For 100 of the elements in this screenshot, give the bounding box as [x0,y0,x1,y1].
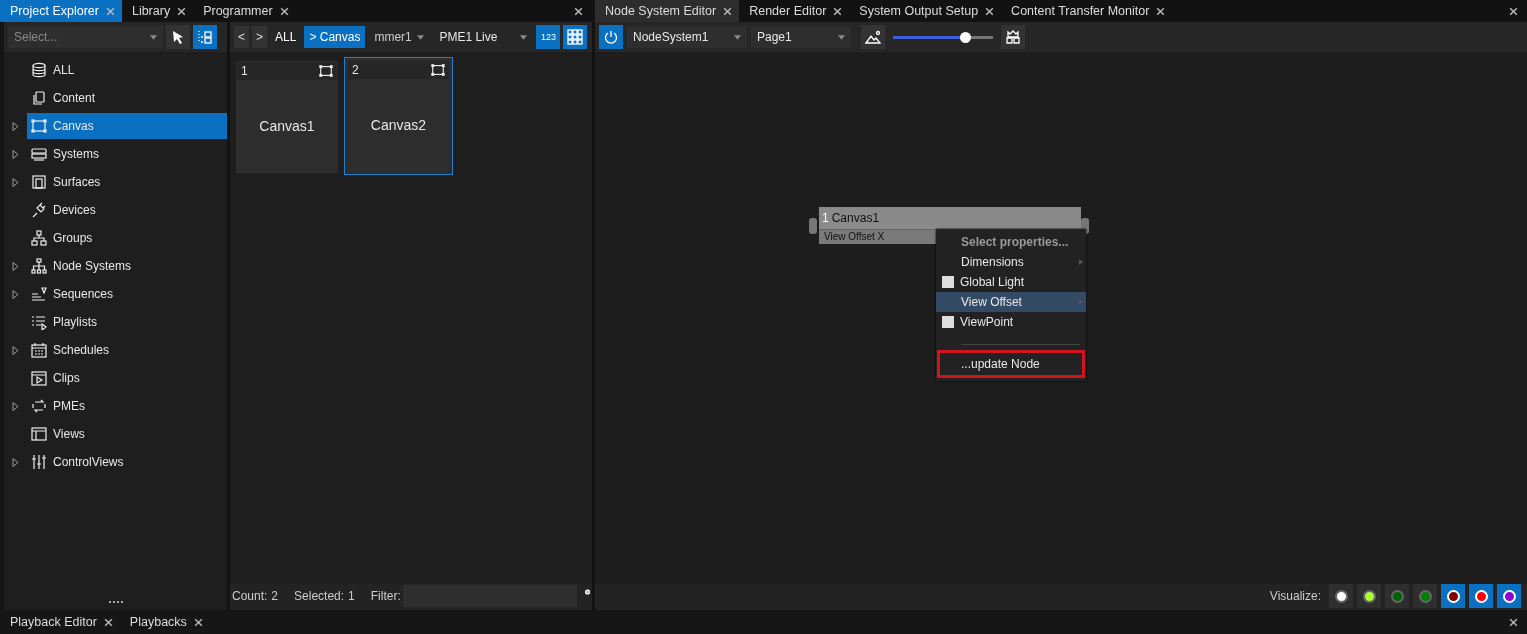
tree-item[interactable]: Views [27,421,227,447]
hierarchy-icon [31,230,47,246]
nav-button[interactable]: < [234,26,249,48]
tree-item[interactable]: Schedules [27,337,227,363]
tree-item[interactable]: Systems [27,141,227,167]
checkbox[interactable] [942,276,954,288]
expand-arrow-icon[interactable] [12,177,19,187]
panel-tab[interactable]: System Output Setup [849,0,1002,22]
expand-arrow-icon[interactable] [12,149,19,159]
tree-item[interactable]: Clips [27,365,227,391]
close-icon[interactable] [832,5,844,17]
input-pin[interactable] [809,218,817,234]
tree-item[interactable]: ALL [27,57,227,83]
visualize-button[interactable] [1497,584,1521,608]
close-icon[interactable] [278,5,290,17]
sequence-icon [31,286,47,302]
clip-icon [31,370,47,386]
tree-item[interactable]: Surfaces [27,169,227,195]
menu-item[interactable]: Global Light [960,275,1025,289]
panel-tab[interactable]: Content Transfer Monitor [1001,0,1173,22]
caret-icon [520,34,528,40]
menu-item[interactable]: ...update Node [938,351,1084,377]
selected-value: 1 [348,589,355,603]
expand-arrow-icon[interactable] [12,121,19,131]
landscape-icon [865,29,881,45]
panel-tab[interactable]: Playback Editor [0,610,120,634]
node-system-dropdown[interactable]: NodeSystem1 [627,26,747,48]
power-button[interactable] [599,25,623,49]
tree-item[interactable]: Playlists [27,309,227,335]
close-icon[interactable] [192,616,204,628]
tree-item[interactable]: Content [27,85,227,111]
caret-icon [150,34,157,40]
close-icon[interactable] [722,5,734,17]
submenu-arrow-icon [1079,299,1083,305]
server-icon [31,146,47,162]
tree-item[interactable]: Groups [27,225,227,251]
calendar-icon [31,342,47,358]
page-dropdown[interactable]: Page1 [751,26,851,48]
numbers-button[interactable]: 123 [536,25,561,49]
breadcrumb[interactable]: ALL [270,26,302,48]
close-icon[interactable] [984,5,996,17]
visualize-button[interactable] [1357,584,1381,608]
nav-button[interactable]: > [252,26,268,48]
checkbox[interactable] [942,316,954,328]
visualize-label: Visualize: [1269,589,1321,603]
menu-item[interactable]: Dimensions [936,252,1086,272]
tree-item[interactable]: Sequences [27,281,227,307]
canvas-tile[interactable]: 2 Canvas2 [344,57,453,175]
close-icon[interactable] [1508,616,1519,628]
filter-label: Filter: [370,589,401,603]
close-icon[interactable] [176,5,188,17]
panel-tab[interactable]: Node System Editor [595,0,740,22]
copy-icon [31,90,47,106]
cycle-icon [31,398,47,414]
expand-arrow-icon[interactable] [12,401,19,411]
close-icon[interactable] [1155,5,1167,17]
tree-item[interactable]: Node Systems [27,253,227,279]
pointer-button[interactable] [166,25,190,49]
grid-view-button[interactable] [563,25,588,49]
panel-tab[interactable]: Project Explorer [0,0,122,22]
grid-icon [567,29,584,45]
tree-item[interactable]: Canvas [27,113,227,139]
canvas-icon [31,118,47,134]
canvas-tile[interactable]: 1 Canvas1 [236,61,338,173]
close-icon[interactable] [102,616,114,628]
panel-tab[interactable]: Library [121,0,194,22]
submenu-arrow-icon [1079,259,1083,265]
menu-item[interactable]: ViewPoint [960,315,1014,329]
count-value: 2 [271,589,279,603]
node-header[interactable]: 1 Canvas1 [819,207,1081,229]
caret-icon [838,34,845,40]
visualize-button[interactable] [1329,584,1353,608]
tree-item[interactable]: Devices [27,197,227,223]
expand-arrow-icon[interactable] [12,261,19,271]
expand-arrow-icon[interactable] [12,457,19,467]
close-icon[interactable] [573,5,584,17]
zoom-in-button[interactable] [1001,25,1025,49]
tree-item[interactable]: PMEs [27,393,227,419]
tree-item[interactable]: ControlViews [27,449,227,475]
plug-icon [31,202,47,218]
frame-icon [31,174,47,190]
tile-label: Canvas2 [370,117,427,133]
tree-view-button[interactable] [193,25,217,49]
clear-icon[interactable] [584,586,590,598]
zoom-out-button[interactable] [861,25,885,49]
power-icon [603,29,619,45]
tile-number: 1 [241,64,248,78]
selected-label: Selected: [294,589,345,603]
node-tree-icon [31,258,47,274]
expand-arrow-icon[interactable] [12,345,19,355]
breadcrumb[interactable]: > Canvas [304,26,366,48]
panel-tab[interactable]: Playbacks [119,610,210,634]
select-dropdown[interactable]: Select... [8,26,163,48]
panel-tab[interactable]: Programmer [193,0,296,22]
menu-item[interactable]: View Offset [936,292,1086,312]
expand-arrow-icon[interactable] [12,289,19,299]
visualize-button[interactable] [1441,584,1465,608]
close-icon[interactable] [1508,5,1519,17]
canvas-icon [319,64,333,78]
panel-tab[interactable]: Render Editor [739,0,850,22]
